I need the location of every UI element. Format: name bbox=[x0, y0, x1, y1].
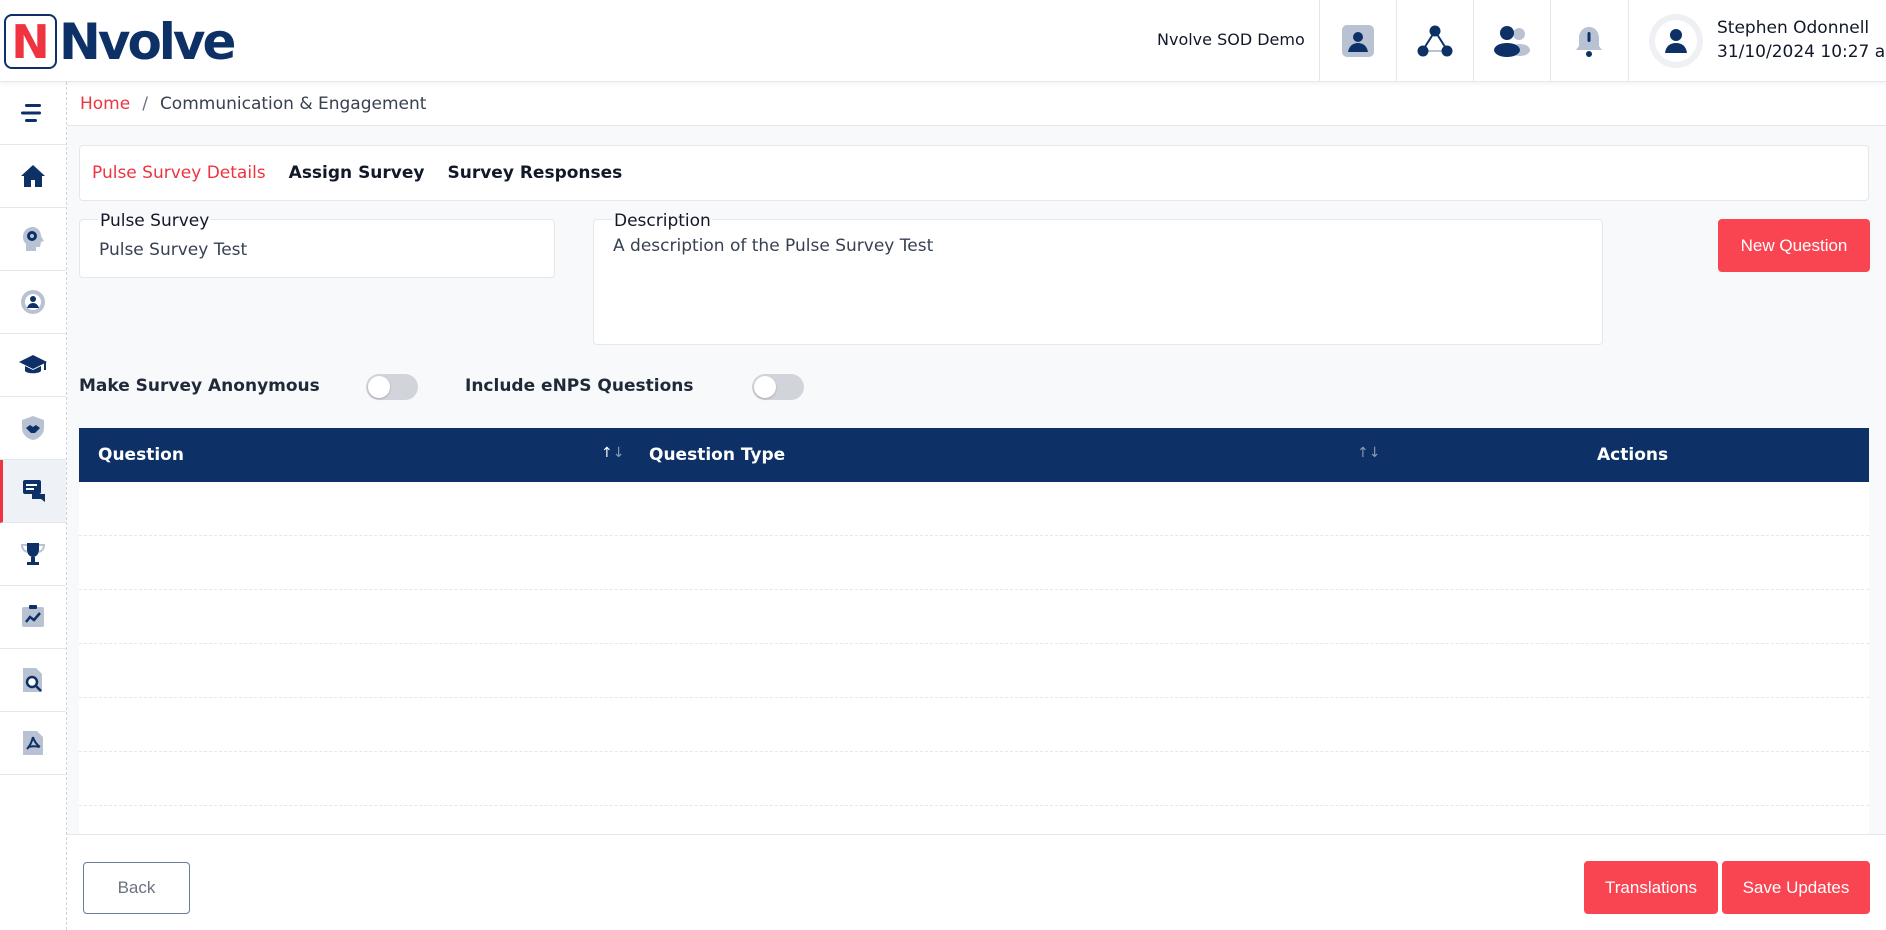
users-button[interactable] bbox=[1473, 0, 1550, 82]
users-icon bbox=[1494, 26, 1530, 57]
chat-icon bbox=[22, 480, 45, 502]
app-logo[interactable]: N Nvolve bbox=[4, 12, 236, 71]
pulse-survey-value: Pulse Survey Test bbox=[99, 240, 248, 260]
sidebar bbox=[0, 82, 67, 930]
description-value: A description of the Pulse Survey Test bbox=[613, 236, 934, 256]
bell-icon bbox=[1576, 27, 1602, 57]
new-question-button[interactable]: New Question bbox=[1718, 219, 1870, 272]
sidebar-item-user-settings[interactable] bbox=[0, 271, 66, 334]
notifications-button[interactable] bbox=[1550, 0, 1627, 82]
table-row bbox=[79, 644, 1869, 698]
user-gear-icon bbox=[21, 290, 45, 314]
current-datetime: 31/10/2024 10:27 am bbox=[1717, 42, 1886, 62]
tab-survey-responses[interactable]: Survey Responses bbox=[448, 163, 623, 183]
sidebar-item-home[interactable] bbox=[0, 145, 66, 208]
column-header-actions: Actions bbox=[1597, 445, 1669, 465]
sidebar-item-onboarding[interactable] bbox=[0, 208, 66, 271]
sidebar-item-communication[interactable] bbox=[0, 460, 66, 523]
tab-assign-survey[interactable]: Assign Survey bbox=[289, 163, 425, 183]
organization-name: Nvolve SOD Demo bbox=[1157, 30, 1305, 49]
breadcrumb-home-link[interactable]: Home bbox=[80, 94, 130, 114]
table-row bbox=[79, 752, 1869, 806]
breadcrumb-separator: / bbox=[142, 93, 148, 114]
pulse-survey-label: Pulse Survey bbox=[98, 211, 212, 231]
logo-letter: N bbox=[11, 14, 50, 69]
tab-pulse-survey-details[interactable]: Pulse Survey Details bbox=[92, 163, 266, 183]
save-updates-button[interactable]: Save Updates bbox=[1722, 861, 1870, 914]
description-label: Description bbox=[612, 211, 713, 231]
home-icon bbox=[21, 165, 45, 187]
logo-mark: N bbox=[4, 14, 57, 69]
back-button[interactable]: Back bbox=[83, 862, 190, 914]
column-header-question[interactable]: Question bbox=[98, 428, 184, 482]
table-row bbox=[79, 482, 1869, 536]
user-profile[interactable]: Stephen Odonnell 31/10/2024 10:27 am bbox=[1628, 0, 1886, 82]
sidebar-item-training[interactable] bbox=[0, 334, 66, 397]
user-avatar-icon bbox=[1665, 29, 1687, 53]
anonymous-label: Make Survey Anonymous bbox=[79, 376, 320, 396]
network-button[interactable] bbox=[1396, 0, 1473, 82]
pulse-survey-field[interactable]: Pulse Survey Pulse Survey Test bbox=[79, 212, 555, 278]
anonymous-toggle[interactable] bbox=[366, 374, 418, 400]
table-row bbox=[79, 536, 1869, 590]
toggle-knob bbox=[368, 376, 390, 398]
trophy-icon bbox=[20, 543, 46, 565]
sort-question-icon[interactable]: ↑↓ bbox=[601, 445, 624, 461]
graduation-cap-icon bbox=[19, 355, 47, 374]
head-gear-icon bbox=[23, 227, 44, 251]
network-icon bbox=[1417, 25, 1453, 57]
table-row bbox=[79, 698, 1869, 752]
column-header-question-type[interactable]: Question Type bbox=[649, 428, 785, 482]
contact-card-icon bbox=[1342, 25, 1374, 57]
footer-actions: Back Translations Save Updates bbox=[67, 834, 1886, 930]
enps-label: Include eNPS Questions bbox=[465, 376, 694, 396]
contact-card-button[interactable] bbox=[1319, 0, 1396, 82]
sidebar-item-compliance[interactable] bbox=[0, 397, 66, 460]
sidebar-item-documents[interactable] bbox=[0, 712, 66, 775]
pdf-icon bbox=[23, 731, 43, 755]
main-content: Home / Communication & Engagement Pulse … bbox=[67, 82, 1886, 930]
user-name: Stephen Odonnell bbox=[1717, 18, 1870, 38]
description-field[interactable]: Description A description of the Pulse S… bbox=[593, 212, 1603, 345]
enps-toggle[interactable] bbox=[752, 374, 804, 400]
toggle-knob bbox=[754, 376, 776, 398]
document-search-icon bbox=[23, 668, 42, 692]
sidebar-item-performance[interactable] bbox=[0, 586, 66, 649]
top-header: N Nvolve Nvolve SOD Demo Stephen Odonnel… bbox=[0, 0, 1886, 82]
chart-board-icon bbox=[22, 605, 44, 627]
breadcrumb-current: Communication & Engagement bbox=[159, 93, 427, 114]
menu-icon bbox=[21, 104, 41, 122]
shield-handshake-icon bbox=[22, 416, 44, 440]
questions-table: Question ↑↓ Question Type ↑↓ Actions bbox=[79, 428, 1869, 834]
logo-text: Nvolve bbox=[59, 12, 236, 71]
avatar bbox=[1649, 14, 1703, 68]
sidebar-item-reports[interactable] bbox=[0, 649, 66, 712]
translations-button[interactable]: Translations bbox=[1584, 861, 1718, 914]
table-header: Question ↑↓ Question Type ↑↓ Actions bbox=[79, 428, 1869, 482]
table-row bbox=[79, 590, 1869, 644]
sidebar-toggle[interactable] bbox=[0, 82, 66, 145]
breadcrumb: Home / Communication & Engagement bbox=[67, 82, 1886, 126]
sidebar-item-recognition[interactable] bbox=[0, 523, 66, 586]
tab-bar: Pulse Survey Details Assign Survey Surve… bbox=[79, 145, 1869, 201]
sort-question-type-icon[interactable]: ↑↓ bbox=[1357, 445, 1380, 461]
